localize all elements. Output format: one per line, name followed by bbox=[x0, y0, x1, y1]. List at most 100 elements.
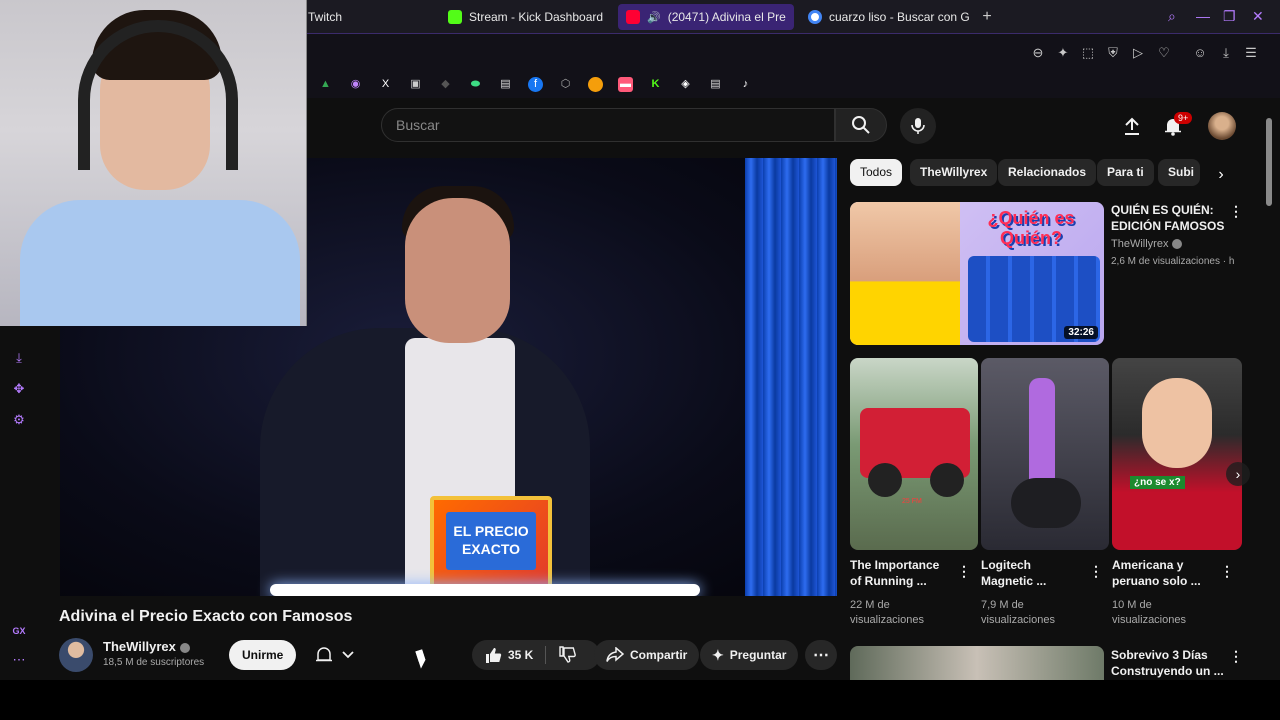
pin-icon[interactable]: ✦ bbox=[1055, 45, 1071, 61]
short-thumbnail-1[interactable]: 25 FM bbox=[850, 358, 978, 550]
image-bookmark-icon[interactable]: ▣ bbox=[408, 77, 423, 92]
puzzle-sidebar-icon[interactable]: ✥ bbox=[11, 381, 27, 397]
video-duration: 32:26 bbox=[1064, 326, 1098, 339]
short-thumbnail-3[interactable]: ¿no se x? bbox=[1112, 358, 1242, 550]
short-title-line1: Logitech bbox=[981, 558, 1031, 572]
more-options-icon[interactable]: ⋮ bbox=[1229, 203, 1243, 219]
close-icon[interactable]: ✕ bbox=[1252, 8, 1264, 25]
short-title-3[interactable]: Americana y peruano solo ... bbox=[1112, 557, 1201, 589]
profile-icon[interactable]: ☺ bbox=[1192, 45, 1208, 61]
maximize-icon[interactable]: ❐ bbox=[1223, 8, 1236, 25]
page-bookmark-icon[interactable]: ▤ bbox=[708, 77, 723, 92]
google-icon bbox=[808, 10, 822, 24]
subscribe-bell-button[interactable] bbox=[304, 640, 364, 670]
dark-bookmark-icon[interactable]: ◆ bbox=[438, 77, 453, 92]
short-thumbnail-2[interactable] bbox=[981, 358, 1109, 550]
shorts-next-button[interactable]: › bbox=[1226, 462, 1250, 486]
short-title-1[interactable]: The Importance of Running ... bbox=[850, 557, 939, 589]
settings-sidebar-icon[interactable]: ⚙ bbox=[11, 412, 27, 428]
chips-next-button[interactable]: › bbox=[1210, 164, 1232, 186]
host-face bbox=[405, 198, 510, 343]
screenshot-icon[interactable]: ⬚ bbox=[1080, 45, 1096, 61]
new-tab-button[interactable]: + bbox=[978, 8, 996, 26]
chip-thewillyrex[interactable]: TheWillyrex bbox=[910, 159, 998, 186]
heart-icon[interactable]: ♡ bbox=[1156, 45, 1172, 61]
ask-button[interactable]: ✦ Preguntar bbox=[700, 640, 799, 670]
tab-kick-dashboard[interactable]: Stream - Kick Dashboard bbox=[440, 4, 610, 30]
voice-search-button[interactable] bbox=[900, 108, 936, 144]
thumbs-down-icon[interactable] bbox=[558, 646, 577, 664]
headset-icon bbox=[78, 20, 238, 170]
diamond-bookmark-icon[interactable]: ◈ bbox=[678, 77, 693, 92]
channel-name[interactable]: TheWillyrex bbox=[103, 639, 190, 654]
orange-bookmark-icon[interactable] bbox=[588, 77, 603, 92]
youtube-icon bbox=[626, 10, 640, 24]
upload-button[interactable] bbox=[1121, 115, 1143, 137]
recommended-channel[interactable]: TheWillyrex bbox=[1111, 237, 1183, 252]
tab-google-search[interactable]: cuarzo liso - Buscar con G bbox=[800, 4, 970, 30]
search-button[interactable] bbox=[835, 108, 887, 142]
account-avatar[interactable] bbox=[1208, 112, 1236, 140]
drive-bookmark-icon[interactable]: ▲ bbox=[318, 77, 333, 92]
more-options-icon[interactable]: ⋮ bbox=[1229, 648, 1243, 664]
short-views-line1: 10 M de bbox=[1112, 599, 1152, 611]
sign-text: EL PRECIO EXACTO bbox=[446, 512, 536, 570]
recommended-title[interactable]: QUIÉN ES QUIÉN: EDICIÓN FAMOSOS bbox=[1111, 202, 1224, 234]
bottom-bar bbox=[0, 680, 1280, 720]
next-video-title[interactable]: Sobrevivo 3 Días Construyendo un ... bbox=[1111, 647, 1224, 679]
kick-bookmark-icon[interactable]: K bbox=[648, 77, 663, 92]
kick-icon bbox=[448, 10, 462, 24]
channel-name-text: TheWillyrex bbox=[103, 639, 176, 654]
android-bookmark-icon[interactable]: ⬬ bbox=[468, 77, 483, 92]
pink-bookmark-icon[interactable]: ▬ bbox=[618, 77, 633, 92]
share-label: Compartir bbox=[630, 648, 688, 662]
streamer-shirt bbox=[20, 200, 300, 326]
search-tabs-icon[interactable]: ⌕ bbox=[1168, 8, 1176, 25]
scrollbar[interactable] bbox=[1266, 118, 1272, 206]
chip-todos[interactable]: Todos bbox=[850, 159, 903, 186]
gx-sidebar-label[interactable]: GX bbox=[11, 623, 27, 639]
zoom-out-icon[interactable]: ⊖ bbox=[1030, 45, 1046, 61]
short-thumb-label: 25 FM bbox=[902, 498, 922, 505]
menu-icon[interactable]: ☰ bbox=[1243, 45, 1259, 61]
like-button[interactable]: 35 K bbox=[484, 646, 533, 664]
more-options-icon[interactable]: ⋮ bbox=[1089, 563, 1103, 579]
facebook-bookmark-icon[interactable]: f bbox=[528, 77, 543, 92]
minimize-icon[interactable]: — bbox=[1196, 8, 1210, 24]
tiktok-bookmark-icon[interactable]: ♪ bbox=[738, 77, 753, 92]
cube-bookmark-icon[interactable]: ⬡ bbox=[558, 77, 573, 92]
x-bookmark-icon[interactable]: X bbox=[378, 77, 393, 92]
download-icon[interactable]: ⤓ bbox=[1218, 45, 1234, 61]
thumbnail-host bbox=[850, 202, 960, 345]
more-icon: ⋯ bbox=[813, 647, 829, 664]
download-sidebar-icon[interactable]: ⤓ bbox=[11, 350, 27, 366]
copilot-bookmark-icon[interactable]: ◉ bbox=[348, 77, 363, 92]
next-video-thumbnail[interactable] bbox=[850, 646, 1104, 680]
share-button[interactable]: Compartir bbox=[594, 640, 700, 670]
share-icon bbox=[606, 647, 624, 662]
shield-icon[interactable]: ⛨ bbox=[1105, 45, 1121, 61]
recommended-thumbnail[interactable]: ¿Quién es Quién? 32:26 bbox=[850, 202, 1104, 345]
channel-avatar[interactable] bbox=[59, 638, 93, 672]
verified-icon bbox=[1172, 239, 1183, 250]
short-title-line2: Magnetic ... bbox=[981, 574, 1047, 588]
join-button[interactable]: Unirme bbox=[229, 640, 297, 670]
more-options-icon[interactable]: ⋮ bbox=[1220, 563, 1234, 579]
chip-para-ti[interactable]: Para ti bbox=[1097, 159, 1154, 186]
tab-twitch[interactable]: Twitch bbox=[300, 4, 420, 30]
more-options-icon[interactable]: ⋮ bbox=[957, 563, 971, 579]
more-actions-button[interactable]: ⋯ bbox=[805, 640, 837, 670]
short-title-line2: of Running ... bbox=[850, 574, 927, 588]
chip-relacionados[interactable]: Relacionados bbox=[998, 159, 1097, 186]
short-views-line2: visualizaciones bbox=[850, 614, 924, 626]
short-views-line2: visualizaciones bbox=[1112, 614, 1186, 626]
search-input[interactable]: Buscar bbox=[381, 108, 835, 142]
next-video-title-line2: Construyendo un ... bbox=[1111, 664, 1224, 678]
document-bookmark-icon[interactable]: ▤ bbox=[498, 77, 513, 92]
tab-youtube-video[interactable]: 🔊 (20471) Adivina el Pre bbox=[618, 4, 794, 30]
chip-subidos[interactable]: Subi bbox=[1158, 159, 1200, 186]
short-title-2[interactable]: Logitech Magnetic ... bbox=[981, 557, 1046, 589]
short-thumb-label: ¿no se x? bbox=[1130, 476, 1185, 489]
play-icon[interactable]: ▷ bbox=[1130, 45, 1146, 61]
more-sidebar-icon[interactable]: ⋯ bbox=[11, 652, 27, 668]
